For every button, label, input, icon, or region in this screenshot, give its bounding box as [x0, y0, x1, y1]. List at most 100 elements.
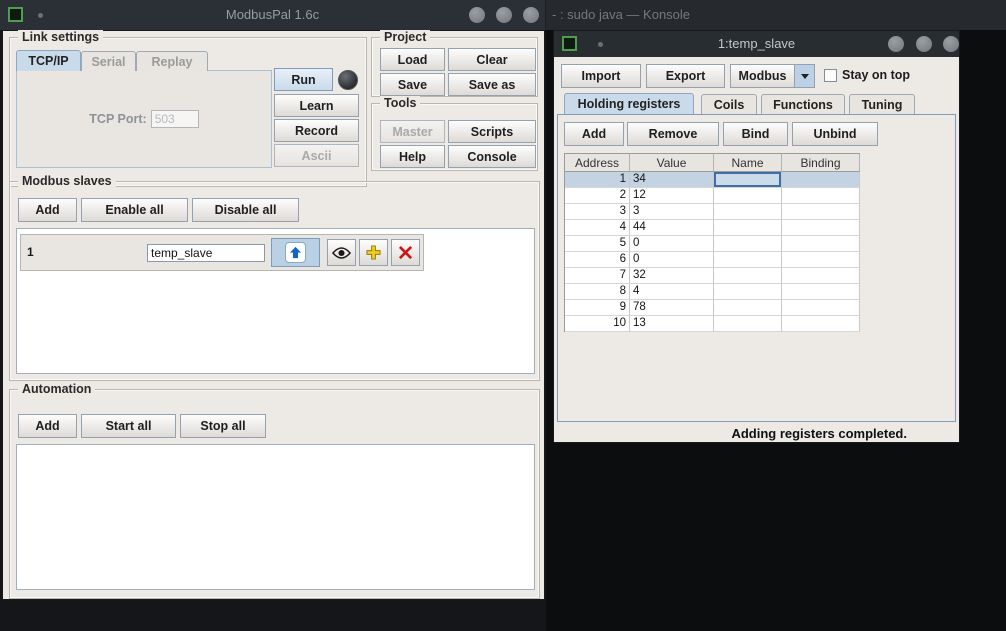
- clear-button[interactable]: Clear: [448, 48, 536, 71]
- tab-serial[interactable]: Serial: [81, 51, 136, 71]
- add-register-button[interactable]: Add: [564, 122, 624, 146]
- tab-holding-registers[interactable]: Holding registers: [564, 93, 694, 114]
- cell-address[interactable]: 7: [565, 268, 630, 284]
- save-as-button[interactable]: Save as: [448, 73, 536, 96]
- cell-address[interactable]: 10: [565, 316, 630, 332]
- help-button[interactable]: Help: [380, 145, 445, 168]
- save-button[interactable]: Save: [380, 73, 445, 96]
- learn-button[interactable]: Learn: [274, 94, 359, 117]
- cell-address[interactable]: 2: [565, 188, 630, 204]
- cell-value[interactable]: 3: [630, 204, 714, 220]
- table-row[interactable]: 8 4: [565, 284, 860, 300]
- cell-value[interactable]: 44: [630, 220, 714, 236]
- modbus-mode-dropdown[interactable]: Modbus: [730, 64, 815, 88]
- cell-address[interactable]: 4: [565, 220, 630, 236]
- cell-binding[interactable]: [782, 316, 860, 332]
- remove-register-button[interactable]: Remove: [627, 122, 719, 146]
- window-control-button[interactable]: [888, 36, 904, 52]
- tab-functions[interactable]: Functions: [761, 94, 845, 114]
- cell-address[interactable]: 1: [565, 172, 630, 188]
- slave-row[interactable]: 1: [20, 234, 424, 271]
- stay-on-top-checkbox[interactable]: [824, 69, 837, 82]
- cell-binding[interactable]: [782, 252, 860, 268]
- delete-slave-button[interactable]: [391, 239, 420, 266]
- add-slave-button[interactable]: Add: [18, 198, 77, 222]
- record-button[interactable]: Record: [274, 119, 359, 142]
- disable-all-button[interactable]: Disable all: [192, 198, 299, 222]
- add-automation-button[interactable]: Add: [18, 414, 77, 438]
- cell-value[interactable]: 34: [630, 172, 714, 188]
- cell-binding[interactable]: [782, 220, 860, 236]
- master-button: Master: [380, 120, 445, 143]
- column-header-name[interactable]: Name: [714, 154, 782, 172]
- slave-name-field[interactable]: [147, 244, 265, 262]
- console-button[interactable]: Console: [448, 145, 536, 168]
- cell-name[interactable]: [714, 284, 782, 300]
- cell-name[interactable]: [714, 204, 782, 220]
- table-row[interactable]: 4 44: [565, 220, 860, 236]
- cell-binding[interactable]: [782, 236, 860, 252]
- tab-replay[interactable]: Replay: [136, 51, 208, 71]
- column-header-binding[interactable]: Binding: [782, 154, 860, 172]
- cell-name[interactable]: [714, 172, 782, 188]
- cell-name[interactable]: [714, 236, 782, 252]
- cell-binding[interactable]: [782, 172, 860, 188]
- cell-value[interactable]: 0: [630, 236, 714, 252]
- duplicate-slave-button[interactable]: [359, 239, 388, 266]
- slave-enable-toggle[interactable]: [271, 238, 320, 267]
- window-control-button[interactable]: [916, 36, 932, 52]
- cell-address[interactable]: 8: [565, 284, 630, 300]
- cell-value[interactable]: 12: [630, 188, 714, 204]
- cell-binding[interactable]: [782, 300, 860, 316]
- cell-value[interactable]: 13: [630, 316, 714, 332]
- cell-binding[interactable]: [782, 284, 860, 300]
- table-row[interactable]: 2 12: [565, 188, 860, 204]
- cell-name[interactable]: [714, 252, 782, 268]
- cell-address[interactable]: 3: [565, 204, 630, 220]
- cell-value[interactable]: 32: [630, 268, 714, 284]
- table-row[interactable]: 7 32: [565, 268, 860, 284]
- tab-tcpip[interactable]: TCP/IP: [16, 50, 81, 71]
- tcp-port-field[interactable]: [151, 110, 199, 128]
- window-control-button[interactable]: [523, 7, 539, 23]
- cell-name[interactable]: [714, 300, 782, 316]
- tab-tuning[interactable]: Tuning: [849, 94, 915, 114]
- import-button[interactable]: Import: [561, 64, 641, 88]
- cell-name[interactable]: [714, 188, 782, 204]
- cell-address[interactable]: 6: [565, 252, 630, 268]
- tab-coils[interactable]: Coils: [701, 94, 757, 114]
- column-header-value[interactable]: Value: [630, 154, 714, 172]
- table-row[interactable]: 1 34: [565, 172, 860, 188]
- cell-name[interactable]: [714, 316, 782, 332]
- export-button[interactable]: Export: [646, 64, 725, 88]
- cell-address[interactable]: 5: [565, 236, 630, 252]
- table-row[interactable]: 5 0: [565, 236, 860, 252]
- start-all-button[interactable]: Start all: [81, 414, 176, 438]
- cell-name[interactable]: [714, 220, 782, 236]
- column-header-address[interactable]: Address: [565, 154, 630, 172]
- cell-address[interactable]: 9: [565, 300, 630, 316]
- show-slave-button[interactable]: [327, 239, 356, 266]
- cell-name[interactable]: [714, 268, 782, 284]
- cell-value[interactable]: 4: [630, 284, 714, 300]
- window-control-button[interactable]: [496, 7, 512, 23]
- table-row[interactable]: 6 0: [565, 252, 860, 268]
- enable-all-button[interactable]: Enable all: [81, 198, 188, 222]
- window-control-button[interactable]: [943, 36, 959, 52]
- run-button[interactable]: Run: [274, 68, 333, 91]
- table-row[interactable]: 10 13: [565, 316, 860, 332]
- load-button[interactable]: Load: [380, 48, 445, 71]
- table-row[interactable]: 3 3: [565, 204, 860, 220]
- modbus-slaves-group: Modbus slaves Add Enable all Disable all…: [9, 181, 540, 381]
- cell-binding[interactable]: [782, 268, 860, 284]
- scripts-button[interactable]: Scripts: [448, 120, 536, 143]
- unbind-button[interactable]: Unbind: [792, 122, 878, 146]
- cell-binding[interactable]: [782, 204, 860, 220]
- window-control-button[interactable]: [469, 7, 485, 23]
- cell-value[interactable]: 78: [630, 300, 714, 316]
- cell-value[interactable]: 0: [630, 252, 714, 268]
- bind-button[interactable]: Bind: [723, 122, 788, 146]
- cell-binding[interactable]: [782, 188, 860, 204]
- table-row[interactable]: 9 78: [565, 300, 860, 316]
- stop-all-button[interactable]: Stop all: [180, 414, 266, 438]
